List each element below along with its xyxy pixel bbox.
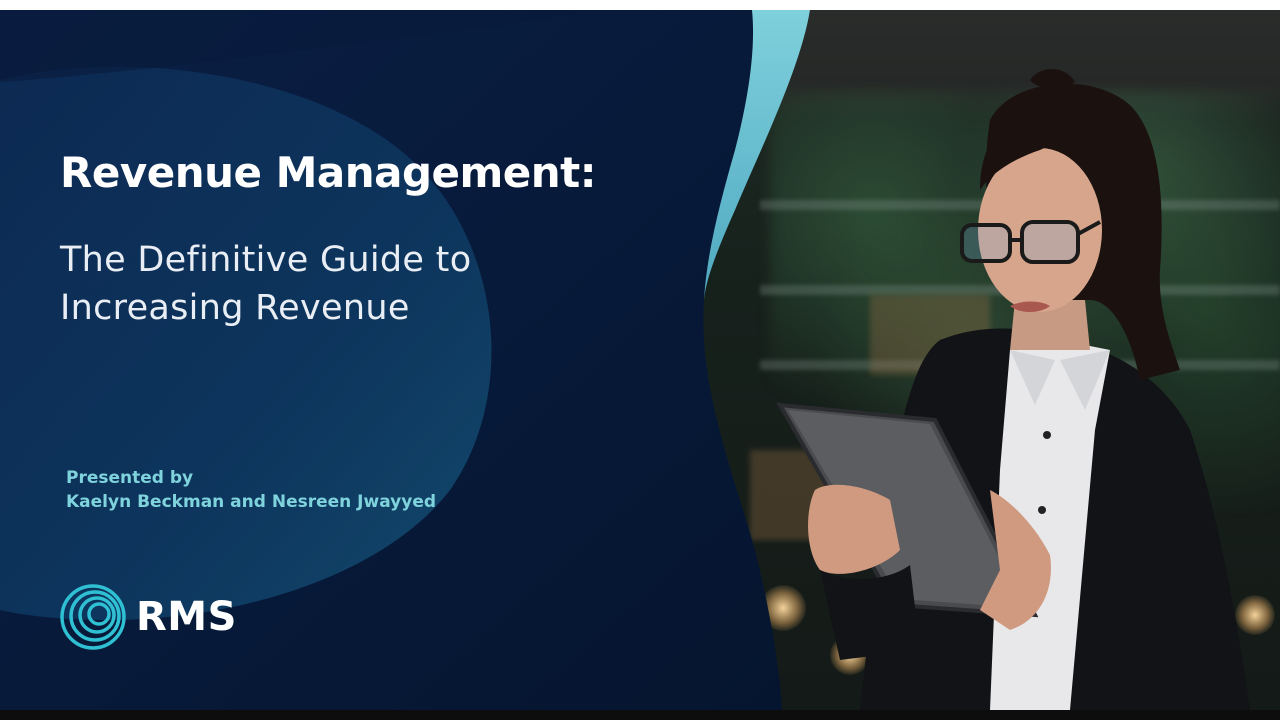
slide-subtitle: The Definitive Guide to Increasing Reven… xyxy=(60,236,620,332)
presenter-names: Kaelyn Beckman and Nesreen Jwayyed xyxy=(66,492,437,512)
rms-concentric-rings-icon xyxy=(60,584,126,650)
rms-logo: RMS xyxy=(58,582,237,652)
top-border xyxy=(0,0,1280,10)
presenter-info: Presented by Kaelyn Beckman and Nesreen … xyxy=(66,466,436,514)
subtitle-line-1: The Definitive Guide to xyxy=(60,240,472,280)
subtitle-line-2: Increasing Revenue xyxy=(60,288,410,328)
brand-name: RMS xyxy=(136,594,237,640)
slide-title: Revenue Management: xyxy=(60,148,597,197)
bottom-border xyxy=(0,710,1280,720)
slide-frame: Revenue Management: The Definitive Guide… xyxy=(0,0,1280,720)
presented-by-label: Presented by xyxy=(66,468,194,488)
